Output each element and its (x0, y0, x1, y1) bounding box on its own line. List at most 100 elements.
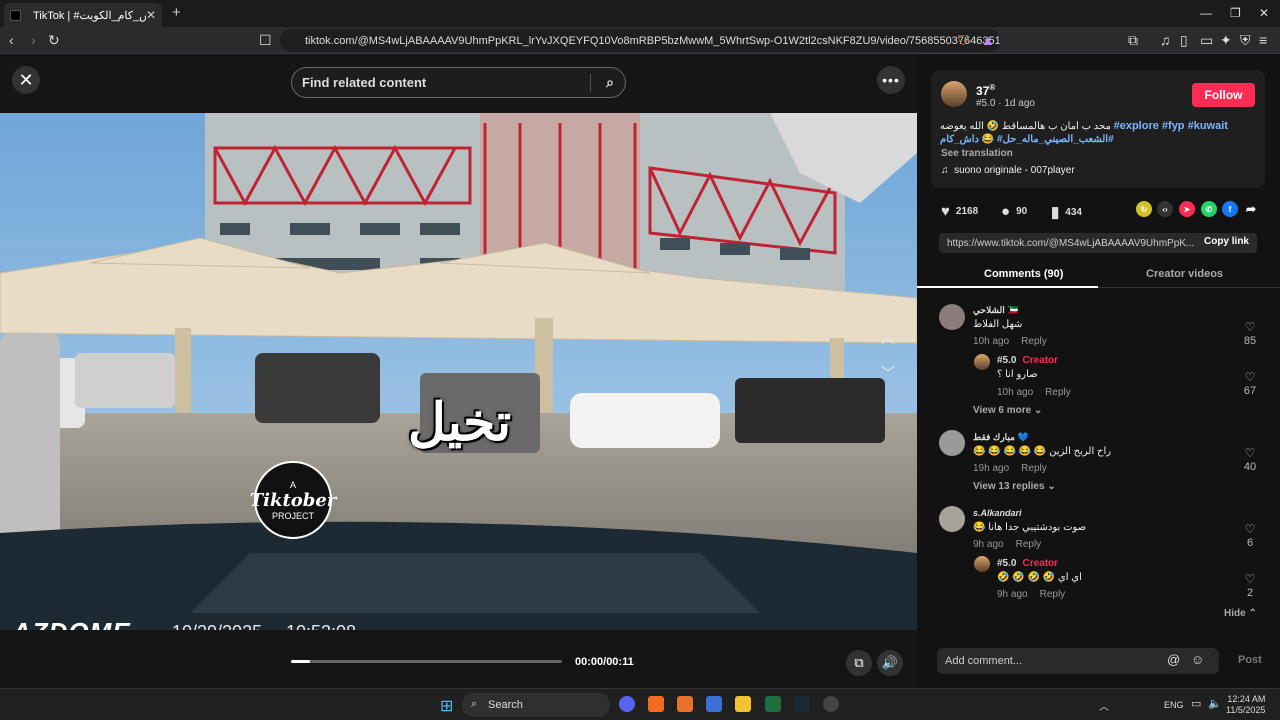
network-icon[interactable]: ▭ (1191, 697, 1201, 710)
comment-author[interactable]: الشلاحي 🇰🇼 (973, 305, 1018, 316)
leo-ai-icon[interactable]: ✦ (1220, 32, 1232, 49)
avatar[interactable] (939, 506, 965, 532)
bookmark-icon[interactable]: ☐ (259, 32, 272, 49)
save-action[interactable]: ▮ 434 (1051, 203, 1082, 221)
windows-start-icon[interactable]: ⊞ (440, 696, 453, 716)
steam-icon[interactable] (794, 696, 810, 712)
sidebar-icon[interactable]: ▯ (1180, 32, 1188, 49)
reply-author[interactable]: #5.0 Creator (997, 558, 1058, 569)
mention-icon[interactable]: @ (1167, 652, 1180, 667)
reply-author[interactable]: #5.0 Creator (997, 355, 1058, 366)
file-explorer-icon[interactable] (735, 696, 751, 712)
brave-rewards-icon[interactable]: ▲ (981, 32, 995, 48)
back-icon[interactable]: ‹ (9, 32, 14, 48)
wallet-icon[interactable]: ▭ (1200, 32, 1213, 49)
tray-chevron-icon[interactable]: ︿ (1099, 698, 1109, 713)
floating-player-button[interactable]: ⧉ (846, 650, 872, 676)
restore-icon[interactable]: ❐ (1230, 6, 1241, 20)
post-button[interactable]: Post (1238, 654, 1262, 666)
author-avatar[interactable] (941, 81, 967, 107)
reply-time: 10h ago (997, 387, 1034, 398)
excel-icon[interactable] (765, 696, 781, 712)
menu-icon[interactable]: ≡ (1259, 32, 1267, 48)
reload-icon[interactable]: ↻ (48, 32, 60, 49)
comment-like[interactable]: ♡ 6 (1239, 522, 1261, 549)
send-icon[interactable]: ➤ (1179, 201, 1195, 217)
follow-button[interactable]: Follow (1192, 83, 1255, 107)
comment-like[interactable]: ♡ 85 (1239, 320, 1261, 347)
reply-link[interactable]: Reply (1021, 336, 1047, 347)
avatar[interactable] (974, 556, 990, 572)
reply-text: صارو انا ؟ (997, 369, 1038, 380)
reply-like[interactable]: ♡ 67 (1239, 370, 1261, 397)
brave-icon[interactable] (648, 696, 664, 712)
forward-icon[interactable]: › (31, 32, 36, 48)
share-icon[interactable]: ➦ (1243, 201, 1259, 217)
reply-link[interactable]: Reply (1040, 589, 1066, 600)
author-name[interactable]: 37® (976, 83, 995, 98)
reply-link[interactable]: Reply (1021, 463, 1047, 474)
teams-icon[interactable] (706, 696, 722, 712)
music-icon[interactable]: ♫ (1160, 32, 1171, 48)
whatsapp-icon[interactable]: ✆ (1201, 201, 1217, 217)
copy-link-row: https://www.tiktok.com/@MS4wLjABAAAAV9Uh… (939, 233, 1257, 253)
repost-icon[interactable]: ↻ (1136, 201, 1152, 217)
tab-creator-videos[interactable]: Creator videos (1146, 268, 1223, 280)
close-video-button[interactable]: ✕ (12, 66, 40, 94)
chevron-down-icon: ⌄ (1033, 405, 1043, 416)
vpn-icon[interactable]: ⛨ (1240, 32, 1251, 49)
caption-hashtags[interactable]: #explore #fyp #kuwait (1114, 120, 1228, 132)
comment-author[interactable]: مبارك فقط 💙 (973, 432, 1029, 443)
screenshot-icon[interactable]: ⧉ (1128, 32, 1138, 49)
like-action[interactable]: ♥ 2168 (941, 203, 978, 220)
view-more-replies[interactable]: View 6 more ⌄ (973, 405, 1042, 416)
volume-button[interactable]: 🔊 (877, 650, 903, 676)
reply-like[interactable]: ♡ 2 (1239, 572, 1261, 599)
more-options-button[interactable]: ••• (877, 66, 905, 94)
avatar[interactable] (939, 304, 965, 330)
search-icon[interactable]: ⌕ (606, 74, 614, 91)
avatar[interactable] (974, 354, 990, 370)
comment-like-count: 6 (1246, 537, 1254, 549)
video-link[interactable]: https://www.tiktok.com/@MS4wLjABAAAAV9Uh… (947, 238, 1194, 249)
video-frame[interactable]: تخيل A Tiktober PROJECT AZDOME 10/29/202… (0, 113, 917, 630)
see-translation-link[interactable]: See translation (941, 148, 1013, 159)
clock-app-icon[interactable] (823, 696, 839, 712)
creator-badge: Creator (1022, 558, 1059, 569)
embed-icon[interactable]: ‹› (1157, 201, 1173, 217)
previous-video-icon[interactable]: ︿ (881, 328, 895, 348)
reply-link[interactable]: Reply (1045, 387, 1071, 398)
system-clock[interactable]: 12:24 AM 11/5/2025 (1226, 694, 1265, 716)
caption-hashtags-arabic[interactable]: الشعب_الصيني_ماله_حل# 😂 داش_كام# (940, 134, 1114, 145)
comment-meta: 19h ago Reply (973, 463, 1059, 474)
close-tab-icon[interactable]: ✕ (146, 8, 156, 22)
close-window-icon[interactable]: ✕ (1259, 6, 1269, 20)
taskbar-search[interactable]: ⌕ Search (462, 693, 610, 717)
discord-icon[interactable] (619, 696, 635, 712)
volume-tray-icon[interactable]: 🔈 (1208, 697, 1222, 710)
taskbar: ⊞ ⌕ Search ︿ ENG ▭ 🔈 12:24 AM 11/5/2025 (0, 688, 1280, 720)
reply-link[interactable]: Reply (1016, 539, 1042, 550)
hide-replies[interactable]: Hide ⌃ (1224, 608, 1257, 619)
address-bar[interactable]: tiktok.com/@MS4wLjABAAAAV9UhmPpKRL_lrYvJ… (280, 29, 1000, 52)
progress-bar[interactable] (291, 660, 562, 663)
next-video-icon[interactable]: ﹀ (881, 363, 895, 383)
view-replies[interactable]: View 13 replies ⌄ (973, 481, 1056, 492)
copy-link-button[interactable]: Copy link (1197, 236, 1249, 247)
comment-like[interactable]: ♡ 40 (1239, 446, 1261, 473)
brave-shield-icon[interactable]: ⛉ (958, 32, 969, 49)
tab-comments[interactable]: Comments (90) (984, 268, 1063, 280)
avatar[interactable] (939, 430, 965, 456)
browser-tab[interactable]: TikTok | #داش_كام_الكويت ✕ (4, 3, 162, 27)
facebook-icon[interactable]: f (1222, 201, 1238, 217)
bookmark-icon: ▮ (1051, 204, 1060, 221)
new-tab-icon[interactable]: + (172, 4, 181, 21)
emoji-icon[interactable]: ☺ (1191, 652, 1204, 667)
comment-action[interactable]: ● 90 (1001, 203, 1027, 220)
minimize-icon[interactable]: — (1200, 6, 1212, 20)
language-indicator[interactable]: ENG (1164, 700, 1184, 710)
app-icon[interactable] (677, 696, 693, 712)
sound-link[interactable]: ♫ suono originale - 007player (941, 165, 1075, 176)
comment-author[interactable]: s.Alkandari (973, 508, 1022, 518)
find-related-search[interactable]: Find related content ⌕ (291, 67, 626, 98)
